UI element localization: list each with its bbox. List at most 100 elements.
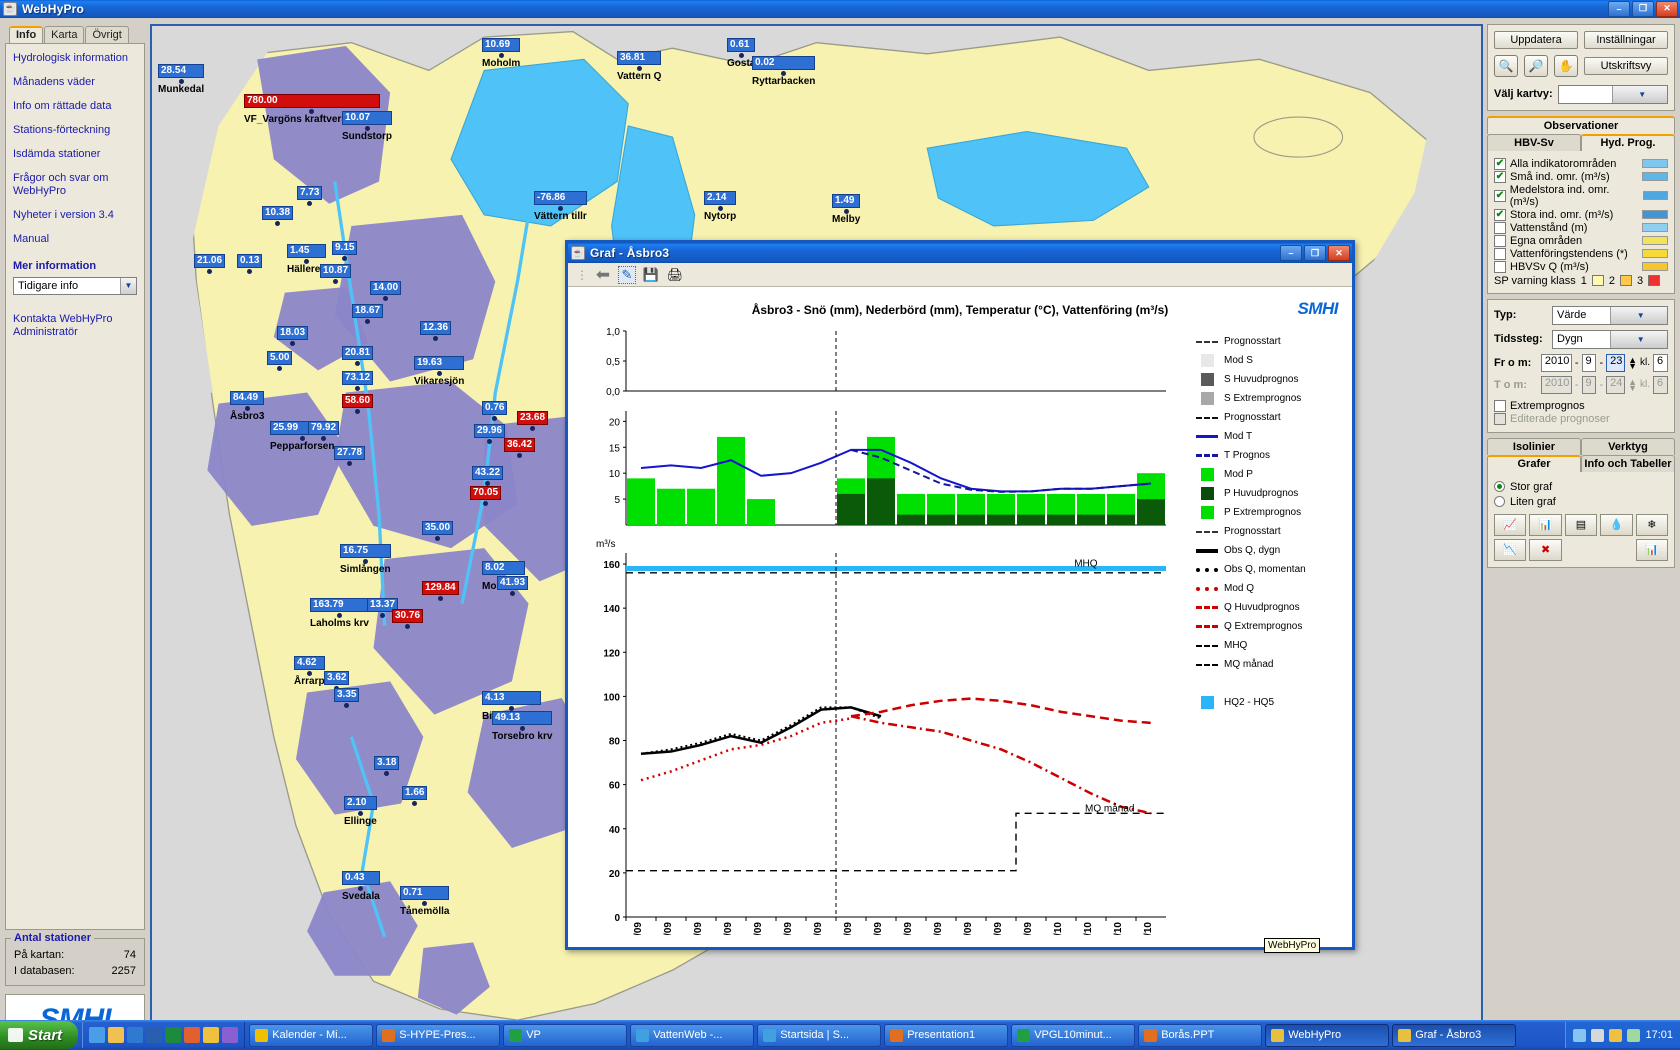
map-view-select[interactable]: ▼ [1557,84,1668,104]
more-info-select[interactable]: Tidigare info ▼ [13,276,137,295]
map-station-marker[interactable]: 70.05 [470,485,502,506]
taskbar-button[interactable]: VP [503,1023,628,1047]
map-station-marker[interactable]: 9.15 [332,240,358,261]
zoom-in-icon[interactable]: 🔍 [1494,54,1518,77]
delete-chart-icon[interactable]: ✖ [1529,538,1562,561]
link-stationsforteckning[interactable]: Stations-förteckning [13,124,137,137]
link-manual[interactable]: Manual [13,233,137,246]
maximize-button[interactable]: ❐ [1632,0,1654,17]
link-manadens-vader[interactable]: Månadens väder [13,76,137,89]
from-day-spinner[interactable]: ▲ ▼ [1628,355,1637,370]
minimize-button[interactable]: – [1608,0,1630,17]
chart-blue-icon[interactable]: 📉 [1494,538,1527,561]
map-station-marker[interactable]: 0.13 [237,253,263,274]
taskbar-button[interactable]: VattenWeb -... [630,1023,755,1047]
layer-row[interactable]: ✔ Små ind. omr. (m³/s) [1494,170,1668,183]
tab-hbv-sv[interactable]: HBV-Sv [1487,133,1581,151]
layer-row[interactable]: ✔ Stora ind. omr. (m³/s) [1494,208,1668,221]
from-year-input[interactable]: 2010 [1540,353,1572,372]
tab-isolinier[interactable]: Isolinier [1487,437,1581,455]
timestep-select[interactable]: Dygn ▼ [1552,329,1668,349]
layer-row[interactable]: ✔ Medelstora ind. omr. (m³/s) [1494,184,1668,208]
map-station-marker[interactable]: 36.42 [504,437,536,458]
map-station-marker[interactable]: 29.96 [474,423,506,444]
layer-row[interactable]: Vattenföringstendens (*) [1494,247,1668,260]
settings-button[interactable]: Inställningar [1584,30,1668,49]
radio-liten-graf[interactable] [1494,496,1505,508]
chart-alt-icon[interactable]: 📊 [1635,538,1668,561]
map-station-marker[interactable]: 36.81 Vattern Q [617,50,662,82]
bar-chart-icon[interactable]: 📊 [1529,513,1562,536]
map-station-marker[interactable]: 3.35 [334,687,360,708]
shield-icon[interactable] [1609,1028,1623,1042]
map-station-marker[interactable]: 21.06 [194,253,226,274]
droplet-icon[interactable]: 💧 [1600,513,1633,536]
taskbar-button[interactable]: WebHyPro [1265,1023,1390,1047]
print-icon[interactable]: 🖨 [666,266,684,284]
outlook-icon[interactable] [127,1027,144,1043]
volume-icon[interactable] [1591,1028,1605,1042]
taskbar-button[interactable]: VPGL10minut... [1011,1023,1136,1047]
layer-checkbox[interactable]: ✔ [1494,157,1506,170]
layer-checkbox[interactable]: ✔ [1494,170,1506,183]
map-station-marker[interactable]: 163.79 Laholms krv [310,597,369,629]
map-station-marker[interactable]: 1.49 Melby [832,193,861,225]
tab-grafer[interactable]: Grafer [1487,454,1581,472]
map-station-marker[interactable]: 73.12 [342,370,374,391]
update-button[interactable]: Uppdatera [1494,30,1578,49]
start-button[interactable]: Start [0,1021,79,1049]
network-icon[interactable] [1573,1028,1587,1042]
graph-canvas[interactable]: Åsbro3 - Snö (mm), Nederbörd (mm), Tempe… [568,287,1352,947]
extreme-forecast-row[interactable]: Extremprognos [1494,399,1668,412]
layer-checkbox[interactable] [1494,260,1506,273]
map-station-marker[interactable]: 0.76 [482,400,508,421]
map-station-marker[interactable]: 41.93 [497,575,529,596]
map-station-marker[interactable]: 23.68 [517,410,549,431]
map-station-marker[interactable]: 84.49 Åsbro3 [230,390,265,422]
layer-checkbox[interactable] [1494,234,1506,247]
graph-maximize-button[interactable]: ❐ [1304,245,1326,261]
taskbar-button[interactable]: S-HYPE-Pres... [376,1023,501,1047]
map-station-marker[interactable]: 3.18 [374,755,400,776]
close-button[interactable]: ✕ [1656,0,1678,17]
layer-checkbox[interactable] [1494,221,1506,234]
layer-row[interactable]: Egna områden [1494,234,1668,247]
type-select[interactable]: Värde ▼ [1552,305,1668,325]
layer-checkbox[interactable] [1494,247,1506,260]
save-icon[interactable]: 💾 [642,266,660,284]
tab-observationer[interactable]: Observationer [1487,115,1675,134]
tab-info-och-tabeller[interactable]: Info och Tabeller [1581,454,1675,472]
map-station-marker[interactable]: 0.71 Tånemölla [400,885,450,917]
table-icon[interactable]: ▤ [1564,513,1598,536]
pan-hand-icon[interactable]: ✋ [1554,54,1578,77]
map-station-marker[interactable]: 12.36 [420,320,452,341]
print-view-button[interactable]: Utskriftsvy [1584,56,1668,75]
map-station-marker[interactable]: 1.66 [402,785,428,806]
taskbar-button[interactable]: Presentation1 [884,1023,1009,1047]
map-station-marker[interactable]: 18.03 [277,325,309,346]
map-station-marker[interactable]: 35.00 [422,520,454,541]
excel-icon[interactable] [165,1027,182,1043]
link-kontakta-administrator[interactable]: Kontakta WebHyPro Administratör [13,313,137,339]
radio-stor-graf-row[interactable]: Stor graf [1494,481,1668,493]
tab-ovrigt[interactable]: Övrigt [85,25,129,43]
from-month-input[interactable]: 9 [1581,353,1597,372]
link-fragor-och-svar[interactable]: Frågor och svar om WebHyPro [13,172,137,198]
snowflake-icon[interactable]: ❄ [1635,513,1668,536]
taskbar-button[interactable]: Borås.PPT [1138,1023,1263,1047]
tab-hyd-prog[interactable]: Hyd. Prog. [1581,133,1675,151]
word-icon[interactable] [146,1027,163,1043]
map-station-marker[interactable]: 7.73 [297,185,323,206]
folder-icon[interactable] [203,1027,220,1043]
taskbar-button[interactable]: Kalender - Mi... [249,1023,374,1047]
battery-icon[interactable] [1627,1028,1641,1042]
layer-row[interactable]: Vattenstånd (m) [1494,221,1668,234]
media-icon[interactable] [184,1027,201,1043]
explorer-icon[interactable] [108,1027,125,1043]
map-station-marker[interactable]: 19.63 Vikaresjön [414,355,465,387]
map-station-marker[interactable]: 0.43 Svedala [342,870,380,902]
layer-row[interactable]: HBVSv Q (m³/s) [1494,260,1668,273]
map-station-marker[interactable]: 79.92 [308,420,340,441]
radio-stor-graf[interactable] [1494,481,1505,493]
map-station-marker[interactable]: 2.14 Nytorp [704,190,737,222]
